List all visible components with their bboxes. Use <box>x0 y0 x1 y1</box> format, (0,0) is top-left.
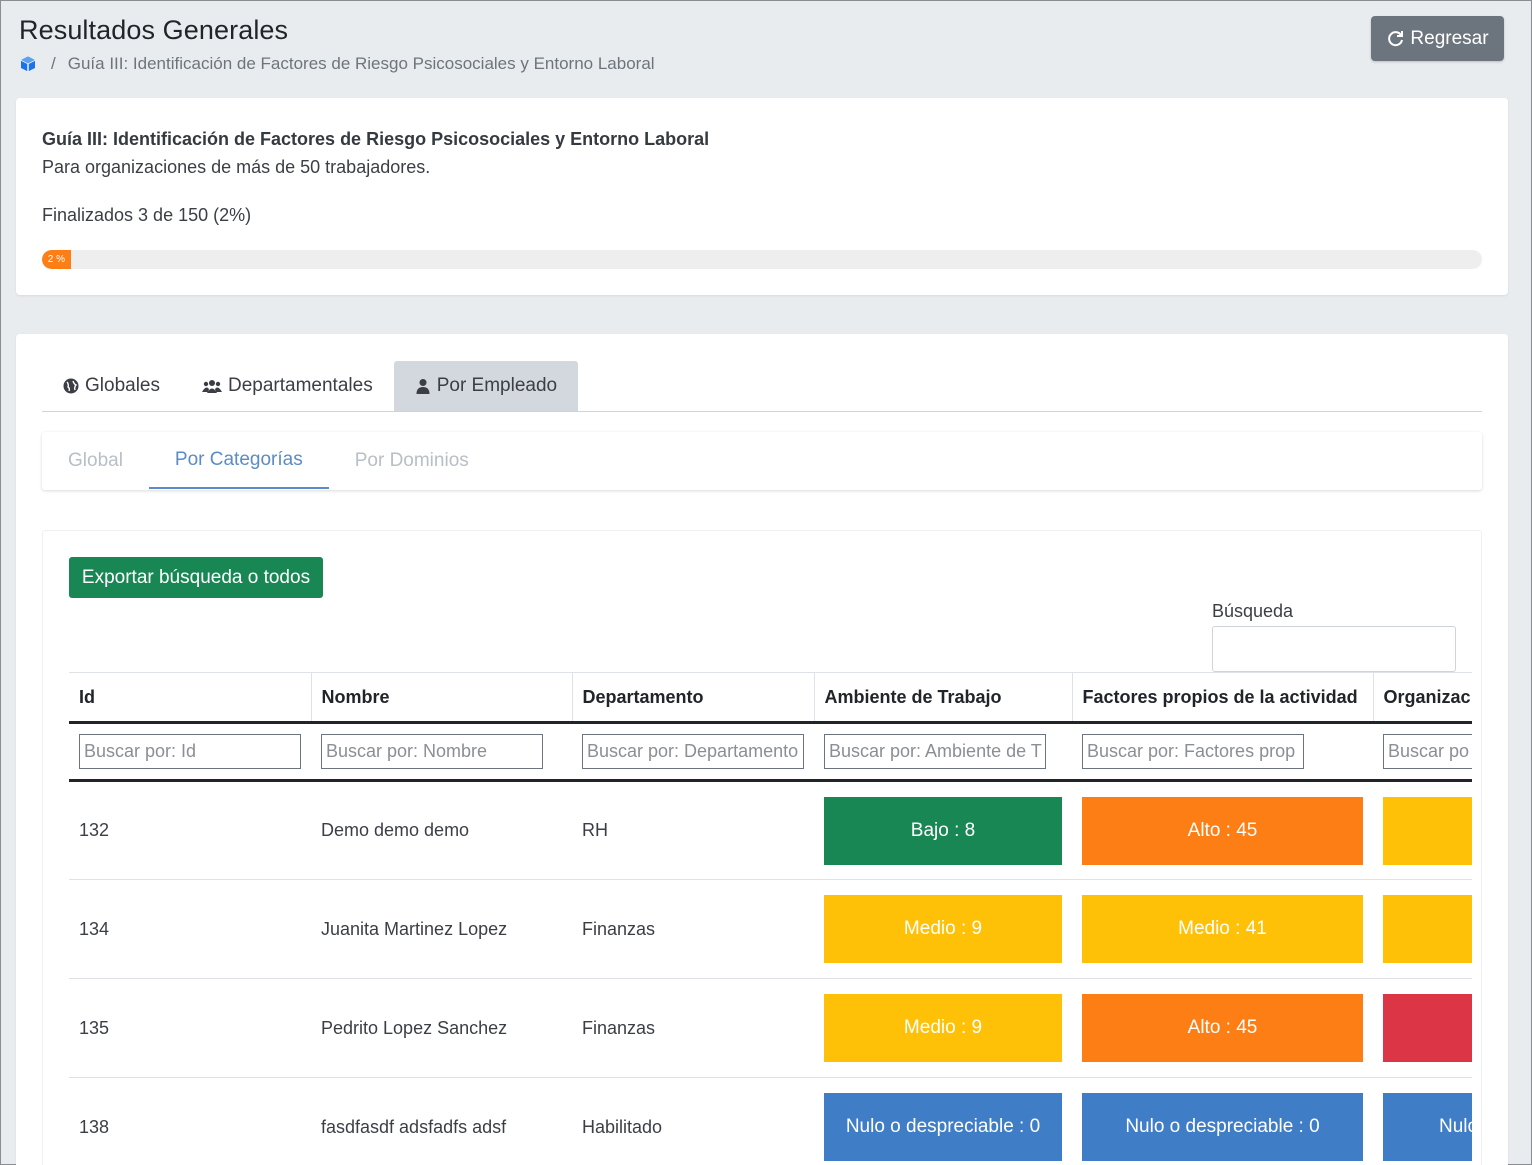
cell-departamento: Finanzas <box>572 978 814 1078</box>
column-header-ambiente[interactable]: Ambiente de Trabajo <box>813 672 1072 724</box>
search-input[interactable] <box>1212 626 1456 672</box>
subtab-global[interactable]: Global <box>42 432 149 489</box>
risk-badge <box>1383 895 1472 963</box>
user-icon <box>416 379 430 394</box>
cell-departamento: Habilitado <box>572 1077 814 1165</box>
column-header-departamento[interactable]: Departamento <box>571 672 814 724</box>
tab-globales[interactable]: Globales <box>42 361 181 411</box>
risk-badge: Alto : 45 <box>1082 796 1363 865</box>
users-icon <box>202 380 222 393</box>
risk-badge <box>1383 994 1472 1062</box>
risk-badge: Nulo o despreciable : 0 <box>1082 1093 1363 1161</box>
risk-badge: Alto : 45 <box>1082 994 1363 1062</box>
table-row: 132 Demo demo demo RH Bajo : 8 Alto : 45 <box>69 780 1472 880</box>
tab-label: Globales <box>85 375 160 396</box>
globe-icon <box>63 378 79 394</box>
cell-nombre: Juanita Martinez Lopez <box>311 879 572 979</box>
filter-input-id[interactable]: Buscar por: Id <box>79 734 301 769</box>
cell-id: 134 <box>69 879 311 979</box>
filter-input-ambiente[interactable]: Buscar por: Ambiente de T <box>824 734 1046 769</box>
filter-input-factores[interactable]: Buscar por: Factores prop <box>1082 734 1304 769</box>
export-button[interactable]: Exportar búsqueda o todos <box>69 557 323 598</box>
risk-badge: Nulo <box>1383 1093 1472 1161</box>
page-title: Resultados Generales <box>19 15 289 45</box>
tab-label: Por Empleado <box>436 375 558 396</box>
table-row: 138 fasdfasdf adsfadfs adsf Habilitado N… <box>69 1077 1472 1165</box>
cell-id: 135 <box>69 978 311 1078</box>
filter-row: Buscar por: Id Buscar por: Nombre Buscar… <box>69 722 1472 782</box>
risk-badge <box>1383 796 1472 865</box>
table-row: 134 Juanita Martinez Lopez Finanzas Medi… <box>69 879 1472 979</box>
results-table-wrapper[interactable]: Id Nombre Departamento Ambiente de Traba… <box>69 672 1472 1165</box>
page-header: Resultados Generales / Guía III: Identif… <box>19 15 655 74</box>
summary-card: Guía III: Identificación de Factores de … <box>16 98 1508 295</box>
risk-badge: Bajo : 8 <box>824 796 1062 865</box>
breadcrumb-current: Guía III: Identificación de Factores de … <box>67 54 655 73</box>
column-header-id[interactable]: Id <box>69 672 311 724</box>
cell-id: 132 <box>69 780 311 880</box>
subtab-por-dominios[interactable]: Por Dominios <box>329 432 495 489</box>
subtabs-card: Global Por Categorías Por Dominios <box>42 432 1482 490</box>
cube-icon[interactable] <box>19 55 37 73</box>
filter-input-nombre[interactable]: Buscar por: Nombre <box>321 734 543 769</box>
tab-departamentales[interactable]: Departamentales <box>181 361 394 411</box>
column-header-factores[interactable]: Factores propios de la actividad <box>1071 672 1373 724</box>
progress-text: Finalizados 3 de 150 (2%) <box>42 205 252 225</box>
progress-track: 2 % <box>42 250 1482 269</box>
cell-nombre: Demo demo demo <box>311 780 572 880</box>
cell-departamento: RH <box>572 780 814 880</box>
risk-badge: Nulo o despreciable : 0 <box>824 1093 1062 1161</box>
filter-input-departamento[interactable]: Buscar por: Departamento <box>582 734 804 769</box>
tab-por-empleado[interactable]: Por Empleado <box>393 361 579 411</box>
search-label: Búsqueda <box>1212 601 1294 621</box>
progress-bar: 2 % <box>42 250 71 269</box>
breadcrumb-separator: / <box>51 54 56 73</box>
guide-subtitle: Para organizaciones de más de 50 trabaja… <box>42 157 431 177</box>
back-button[interactable]: Regresar <box>1371 16 1504 61</box>
risk-badge: Medio : 9 <box>824 895 1062 963</box>
refresh-icon <box>1388 30 1404 46</box>
cell-nombre: Pedrito Lopez Sanchez <box>311 978 572 1078</box>
column-header-organizacion[interactable]: Organizac <box>1372 672 1472 724</box>
sub-tabs: Global Por Categorías Por Dominios <box>42 432 1482 489</box>
cell-id: 138 <box>69 1077 311 1165</box>
results-table: Id Nombre Departamento Ambiente de Traba… <box>69 672 1472 1165</box>
breadcrumb: / Guía III: Identificación de Factores d… <box>19 54 655 74</box>
cell-nombre: fasdfasdf adsfadfs adsf <box>311 1077 572 1165</box>
risk-badge: Medio : 41 <box>1082 895 1363 963</box>
main-tabs: Globales Departamentales Por Empleado <box>42 361 1482 412</box>
cell-departamento: Finanzas <box>572 879 814 979</box>
tab-label: Departamentales <box>228 375 373 396</box>
filter-input-organizacion[interactable]: Buscar po <box>1383 734 1472 769</box>
column-header-nombre[interactable]: Nombre <box>310 672 572 724</box>
table-header-row: Id Nombre Departamento Ambiente de Traba… <box>69 672 1472 724</box>
table-panel: Exportar búsqueda o todos Búsqueda Id No… <box>42 530 1482 1165</box>
table-row: 135 Pedrito Lopez Sanchez Finanzas Medio… <box>69 978 1472 1078</box>
back-button-label: Regresar <box>1410 27 1489 49</box>
risk-badge: Medio : 9 <box>824 994 1062 1062</box>
guide-title: Guía III: Identificación de Factores de … <box>42 129 710 149</box>
results-card: Globales Departamentales Por Empleado Gl… <box>16 334 1508 1165</box>
subtab-por-categorias[interactable]: Por Categorías <box>148 432 329 489</box>
